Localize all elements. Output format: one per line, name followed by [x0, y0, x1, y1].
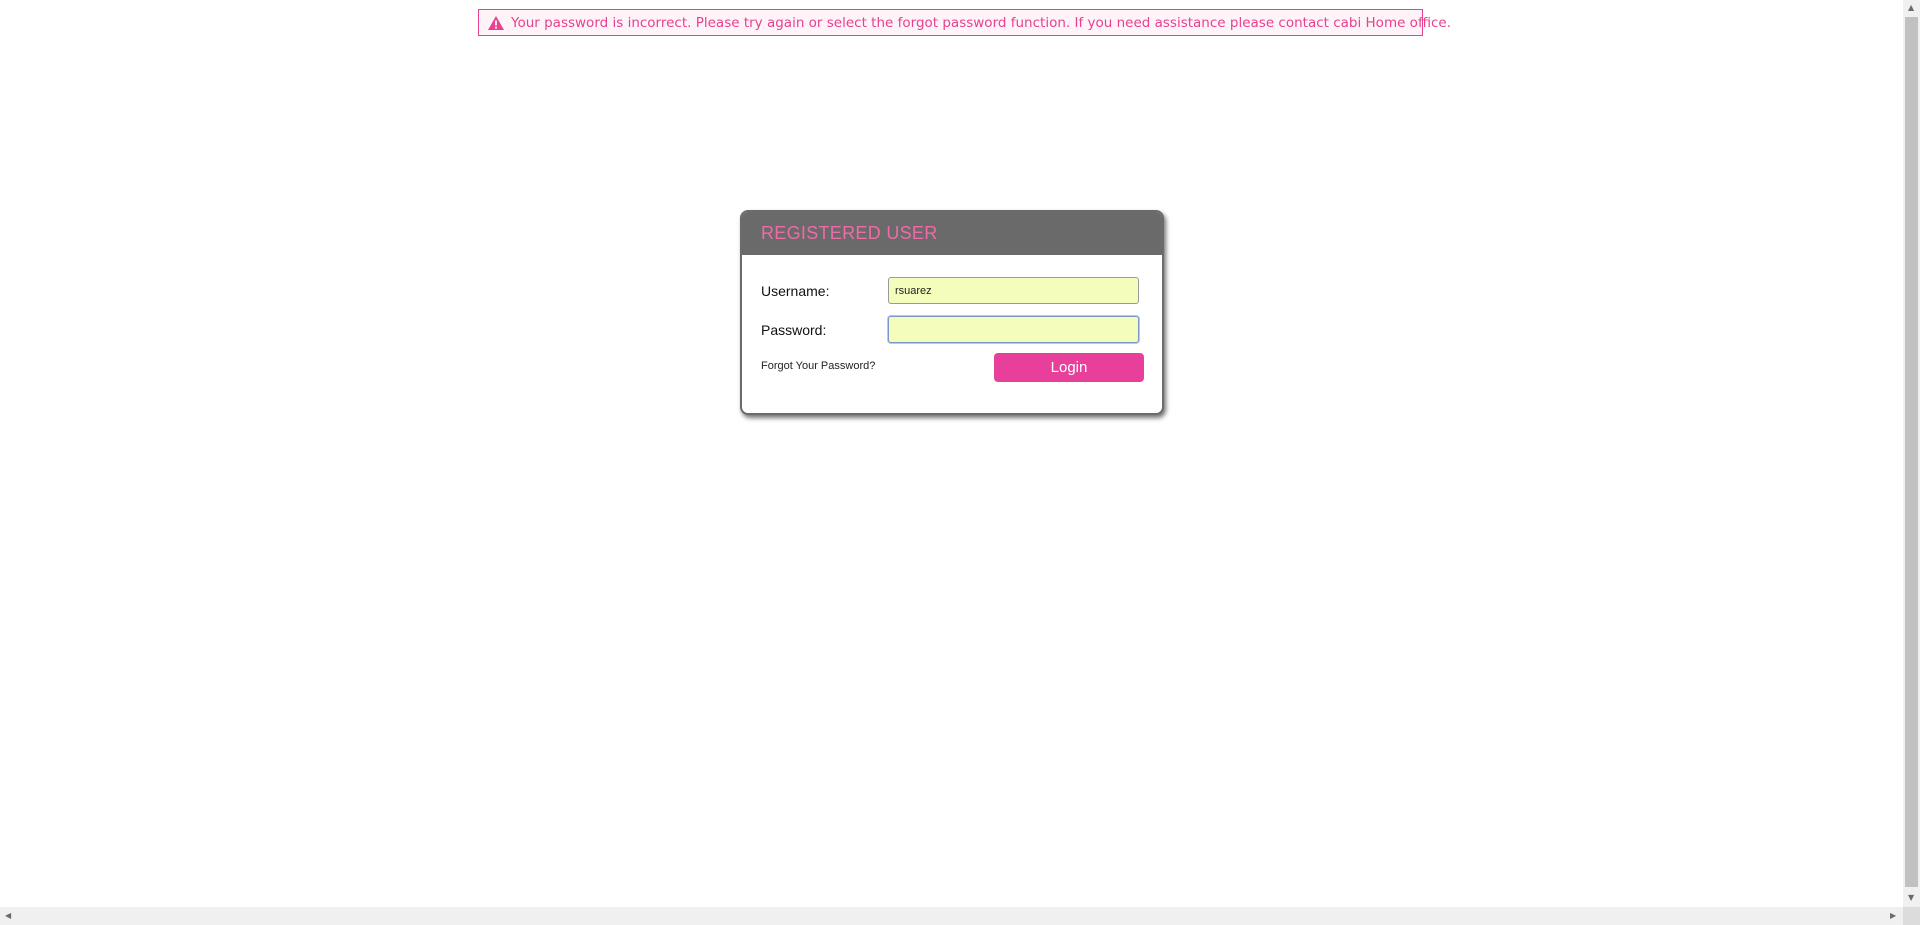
warning-triangle-icon: [488, 15, 504, 30]
vertical-scrollbar[interactable]: ▲ ▼: [1903, 0, 1920, 907]
scroll-up-arrow-icon[interactable]: ▲: [1908, 4, 1914, 12]
error-banner: Your password is incorrect. Please try a…: [478, 9, 1451, 36]
vertical-scroll-thumb[interactable]: [1905, 17, 1918, 887]
panel-title: REGISTERED USER: [761, 223, 938, 243]
scroll-left-arrow-icon[interactable]: ◀: [5, 912, 11, 920]
username-row: Username:: [761, 277, 1139, 304]
forgot-password-link[interactable]: Forgot Your Password?: [761, 360, 875, 372]
password-row: Password:: [761, 316, 1139, 343]
login-panel: REGISTERED USER Username: Password: Forg…: [740, 210, 1164, 415]
password-input[interactable]: [888, 316, 1139, 343]
horizontal-scrollbar[interactable]: ◀ ▶: [0, 907, 1903, 925]
panel-header: REGISTERED USER: [742, 212, 1162, 255]
scroll-right-arrow-icon[interactable]: ▶: [1890, 912, 1896, 920]
login-button[interactable]: Login: [994, 353, 1144, 382]
password-label: Password:: [761, 321, 827, 338]
error-message: Your password is incorrect. Please try a…: [511, 14, 1452, 31]
scroll-down-arrow-icon[interactable]: ▼: [1908, 894, 1914, 902]
page-viewport: Your password is incorrect. Please try a…: [0, 0, 1903, 907]
username-input[interactable]: [888, 277, 1139, 304]
scrollbar-corner: [1903, 907, 1920, 925]
username-label: Username:: [761, 282, 830, 299]
